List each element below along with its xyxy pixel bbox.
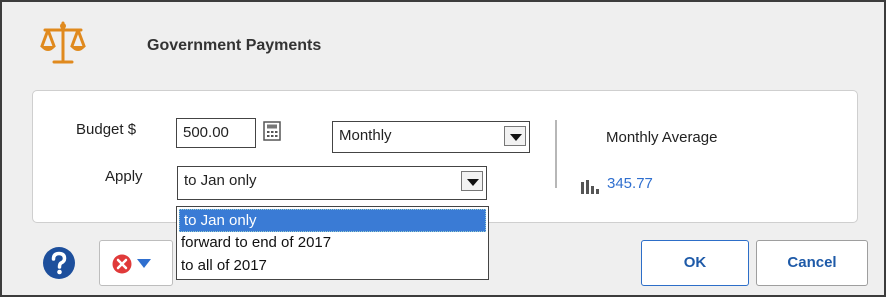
dropdown-option[interactable]: to Jan only	[179, 209, 486, 232]
bar-chart-icon	[581, 180, 599, 194]
ok-button[interactable]: OK	[641, 240, 749, 286]
divider	[555, 120, 557, 188]
budget-label: Budget $	[76, 121, 137, 138]
apply-select[interactable]: to Jan only	[177, 166, 487, 200]
average-value: 345.77	[607, 175, 653, 192]
government-payments-dialog: Government Payments Budget $ 500.00 Mont…	[0, 0, 886, 297]
error-icon	[112, 254, 132, 274]
frequency-value: Monthly	[339, 127, 392, 144]
chevron-down-icon[interactable]	[461, 171, 483, 191]
form-panel	[32, 90, 858, 223]
dropdown-option[interactable]: forward to end of 2017	[177, 232, 488, 255]
cancel-button[interactable]: Cancel	[756, 240, 868, 286]
dropdown-option[interactable]: to all of 2017	[177, 255, 488, 278]
dialog-header: Government Payments	[4, 4, 884, 84]
frequency-select[interactable]: Monthly	[332, 121, 530, 153]
apply-label: Apply	[105, 168, 143, 185]
apply-dropdown-list: to Jan only forward to end of 2017 to al…	[176, 206, 489, 280]
scales-icon	[40, 21, 86, 64]
calculator-icon[interactable]	[263, 121, 281, 141]
chevron-down-icon[interactable]	[504, 126, 526, 146]
delete-menu-button[interactable]	[99, 240, 173, 286]
average-label: Monthly Average	[606, 129, 718, 146]
dialog-title: Government Payments	[147, 37, 322, 54]
budget-input[interactable]: 500.00	[176, 118, 256, 148]
apply-value: to Jan only	[184, 172, 257, 189]
chevron-down-icon	[137, 259, 151, 268]
help-icon[interactable]	[42, 246, 76, 280]
